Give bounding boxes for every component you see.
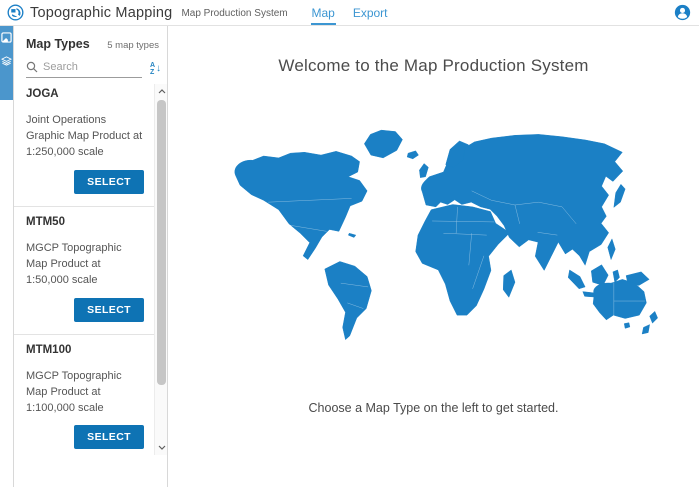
globe-logo-icon [7, 4, 24, 21]
sort-a-z-icon[interactable]: A Z ↓ [150, 62, 161, 76]
map-type-item: MTM50 MGCP Topographic Map Product at 1:… [14, 207, 154, 335]
nav-tab-map[interactable]: Map [310, 1, 335, 25]
welcome-heading: Welcome to the Map Production System [168, 56, 699, 76]
sidebar-scrollbar[interactable] [154, 84, 167, 455]
world-map [208, 86, 660, 388]
select-button[interactable]: SELECT [74, 425, 144, 449]
map-tab-icon[interactable] [1, 32, 12, 43]
world-map-svg [208, 86, 660, 388]
vertical-toolbar-active-group [0, 26, 13, 100]
app-header: Topographic Mapping Map Production Syste… [0, 0, 699, 26]
map-types-header: Map Types 5 map types [14, 26, 167, 57]
app-body: Map Types 5 map types A Z ↓ JOGA [0, 26, 699, 487]
app-title: Topographic Mapping [30, 5, 172, 21]
search-input[interactable] [43, 61, 123, 73]
map-type-description: Joint Operations Graphic Map Product at … [26, 113, 144, 161]
account-icon[interactable] [674, 4, 691, 21]
map-type-count: 5 map types [107, 40, 159, 51]
instruction-text: Choose a Map Type on the left to get sta… [168, 401, 699, 415]
map-type-name: MTM50 [26, 216, 144, 228]
map-type-item: MTM100 MGCP Topographic Map Product at 1… [14, 335, 154, 455]
map-types-panel: Map Types 5 map types A Z ↓ JOGA [14, 26, 168, 487]
map-type-list: JOGA Joint Operations Graphic Map Produc… [14, 84, 154, 455]
sort-letter-a: A [150, 62, 155, 69]
map-type-list-wrap: JOGA Joint Operations Graphic Map Produc… [14, 84, 167, 455]
top-nav: Map Export [310, 0, 388, 26]
scrollbar-thumb[interactable] [157, 100, 166, 385]
map-type-description: MGCP Topographic Map Product at 1:50,000… [26, 241, 144, 289]
select-button[interactable]: SELECT [74, 170, 144, 194]
vertical-toolbar [0, 26, 14, 487]
scrollbar-down-arrow[interactable] [155, 441, 167, 454]
map-type-name: MTM100 [26, 344, 144, 356]
search-box [26, 61, 142, 78]
map-type-name: JOGA [26, 88, 144, 100]
search-row: A Z ↓ [14, 57, 167, 78]
panel-title: Map Types [26, 37, 90, 51]
scrollbar-up-arrow[interactable] [155, 85, 167, 98]
search-icon [26, 61, 38, 73]
app-subtitle: Map Production System [181, 8, 287, 19]
map-type-description: MGCP Topographic Map Product at 1:100,00… [26, 369, 144, 417]
layers-tab-icon[interactable] [1, 55, 12, 66]
map-type-item: JOGA Joint Operations Graphic Map Produc… [14, 84, 154, 207]
nav-tab-export[interactable]: Export [352, 1, 389, 25]
select-button[interactable]: SELECT [74, 298, 144, 322]
sort-letter-z: Z [150, 69, 155, 76]
sort-direction-arrow: ↓ [156, 64, 161, 74]
main-content: Welcome to the Map Production System [168, 26, 699, 487]
